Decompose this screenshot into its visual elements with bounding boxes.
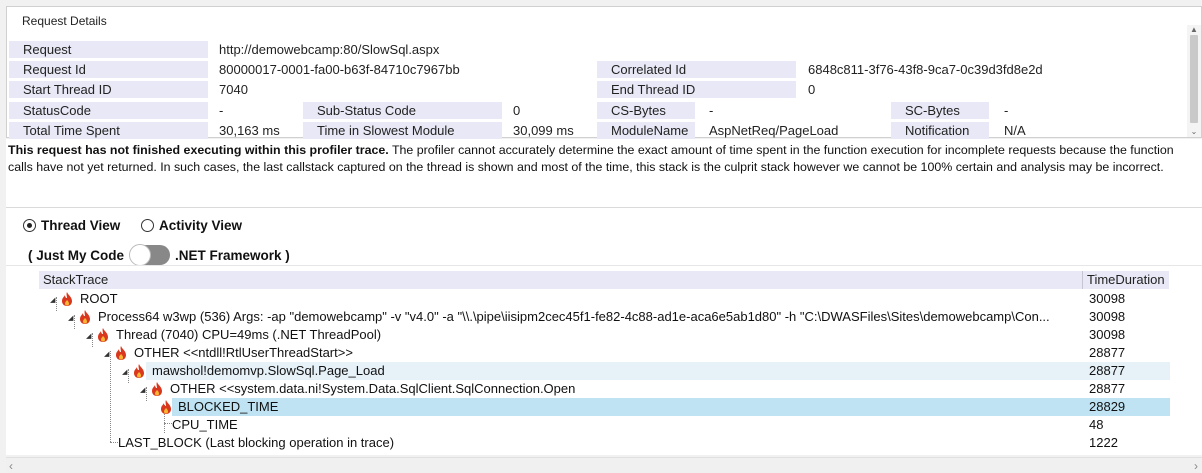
radio-selected-icon[interactable] (23, 218, 36, 232)
tree-row[interactable]: ◢ OTHER <<system.data.ni!System.Data.SqlC… (6, 380, 1170, 398)
scroll-left-icon[interactable]: ‹ (9, 459, 13, 473)
just-my-code-toggle-group: ( Just My Code .NET Framework ) (28, 244, 290, 266)
tree-row[interactable]: LAST_BLOCK (Last blocking operation in t… (6, 434, 1170, 452)
total-time-value: 30,163 ms (219, 123, 280, 138)
total-time-label: Total Time Spent (9, 122, 208, 139)
sc-bytes-label: SC-Bytes (891, 102, 989, 119)
slowest-module-time-label: Time in Slowest Module (303, 122, 502, 139)
cs-bytes-value: - (709, 103, 714, 118)
incomplete-request-warning: This request has not finished executing … (6, 139, 1202, 207)
time-duration: 30098 (1089, 327, 1126, 342)
status-code-value: - (219, 103, 224, 118)
request-value: http://demowebcamp:80/SlowSql.aspx (219, 42, 440, 57)
tree-header: StackTrace TimeDuration (39, 271, 1169, 289)
panel-title: Request Details (22, 14, 107, 28)
warning-bold: This request has not finished executing … (8, 143, 389, 157)
detail-row-thread: Start Thread ID 7040 End Thread ID 0 (7, 80, 1185, 99)
stack-frame-name: OTHER <<system.data.ni!System.Data.SqlCl… (170, 381, 576, 396)
detail-row-request: Request http://demowebcamp:80/SlowSql.as… (7, 40, 1185, 59)
tree-row[interactable]: ◢ Process64 w3wp (536) Args: -ap "demoweb… (6, 308, 1170, 326)
view-selector: Thread View Activity View ( Just My Code… (6, 207, 1202, 266)
stack-frame-name: mawshol!demomvp.SlowSql.Page_Load (152, 363, 385, 378)
detail-row-request-id: Request Id 80000017-0001-fa00-b63f-84710… (7, 60, 1185, 79)
thread-view-label: Thread View (41, 217, 121, 233)
cs-bytes-label: CS-Bytes (597, 102, 695, 119)
status-code-label: StatusCode (9, 102, 208, 119)
scroll-right-icon[interactable]: › (1194, 459, 1198, 473)
tree-row[interactable]: ◢ mawshol!demomvp.SlowSql.Page_Load 28877 (6, 362, 1170, 380)
tree-row[interactable]: ◢ Thread (7040) CPU=49ms (.NET ThreadPool… (6, 326, 1170, 344)
column-header-timeduration[interactable]: TimeDuration (1082, 271, 1169, 289)
scroll-up-icon[interactable]: ▲ (1189, 25, 1199, 35)
detail-row-status: StatusCode - Sub-Status Code 0 CS-Bytes … (7, 101, 1185, 120)
net-framework-label: .NET Framework ) (175, 247, 290, 263)
slowest-module-time-value: 30,099 ms (513, 123, 574, 138)
stack-frame-name: Process64 w3wp (536) Args: -ap "demowebc… (98, 309, 1050, 324)
flame-icon (116, 346, 126, 360)
sc-bytes-value: - (1004, 103, 1009, 118)
tree-row[interactable]: ◢ ROOT 30098 (6, 290, 1170, 308)
flame-icon (161, 400, 171, 414)
time-duration: 30098 (1089, 309, 1126, 324)
sub-status-label: Sub-Status Code (303, 102, 502, 119)
correlated-id-label: Correlated Id (597, 61, 796, 78)
time-duration: 1222 (1089, 435, 1118, 450)
flame-icon (80, 310, 90, 324)
just-my-code-toggle[interactable] (129, 244, 171, 266)
stack-frame-name: LAST_BLOCK (Last blocking operation in t… (118, 435, 395, 450)
activity-view-label: Activity View (159, 217, 243, 233)
horizontal-scrollbar[interactable]: ‹ › (6, 457, 1202, 473)
scroll-down-icon[interactable]: ⌄ (1189, 127, 1199, 137)
sub-status-value: 0 (513, 103, 521, 118)
notification-value: N/A (1004, 123, 1026, 138)
module-name-value: AspNetReq/PageLoad (709, 123, 839, 138)
stacktrace-tree-grid: StackTrace TimeDuration ◢ ROOT 30098 ◢ Proce… (6, 265, 1202, 455)
time-duration: 28877 (1089, 381, 1126, 396)
flame-icon (98, 328, 108, 342)
time-duration: 28877 (1089, 345, 1126, 360)
stack-frame-name: CPU_TIME (172, 417, 238, 432)
request-label: Request (9, 41, 208, 58)
just-my-code-label: ( Just My Code (28, 247, 125, 263)
stack-frame-name: ROOT (80, 291, 118, 306)
flame-icon (62, 292, 72, 306)
stack-frame-name: BLOCKED_TIME (178, 399, 279, 414)
request-id-label: Request Id (9, 61, 208, 78)
start-thread-label: Start Thread ID (9, 81, 208, 98)
stack-frame-name: Thread (7040) CPU=49ms (.NET ThreadPool) (116, 327, 382, 342)
time-duration: 28877 (1089, 363, 1126, 378)
request-id-value: 80000017-0001-fa00-b63f-84710c7967bb (219, 62, 460, 77)
module-name-label: ModuleName (597, 122, 695, 139)
tree-row[interactable]: BLOCKED_TIME 28829 (6, 398, 1170, 416)
detail-row-time: Total Time Spent 30,163 ms Time in Slowe… (7, 121, 1185, 140)
toggle-knob[interactable] (129, 244, 152, 266)
activity-view-radio[interactable]: Activity View (141, 217, 242, 233)
flame-icon (134, 364, 144, 378)
column-header-stacktrace[interactable]: StackTrace (43, 272, 108, 287)
notification-label: Notification (891, 122, 989, 139)
request-details-panel: Request Details Request http://demowebca… (6, 6, 1202, 140)
flame-icon (152, 382, 162, 396)
end-thread-value: 0 (808, 82, 816, 97)
radio-unselected-icon[interactable] (141, 218, 154, 232)
time-duration: 28829 (1089, 399, 1126, 414)
stack-frame-name: OTHER <<ntdll!RtlUserThreadStart>> (134, 345, 353, 360)
end-thread-label: End Thread ID (597, 81, 796, 98)
tree-row[interactable]: ◢ OTHER <<ntdll!RtlUserThreadStart>> 28877 (6, 344, 1170, 362)
start-thread-value: 7040 (219, 82, 248, 97)
thread-view-radio[interactable]: Thread View (23, 217, 120, 233)
time-duration: 48 (1089, 417, 1104, 432)
correlated-id-value: 6848c811-3f76-43f8-9ca7-0c39d3fd8e2d (808, 62, 1043, 77)
time-duration: 30098 (1089, 291, 1126, 306)
tree-row[interactable]: CPU_TIME 48 (6, 416, 1170, 434)
scrollbar-thumb[interactable] (1190, 35, 1198, 123)
details-vertical-scrollbar[interactable]: ▲ ⌄ (1187, 25, 1201, 137)
